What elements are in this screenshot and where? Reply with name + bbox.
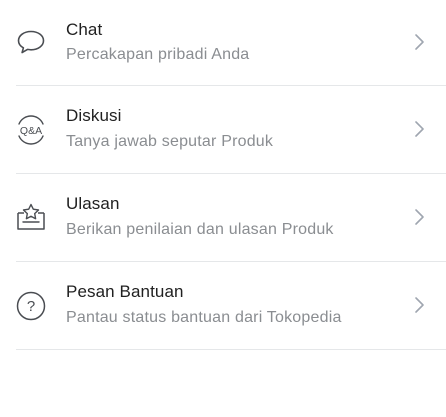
menu-item-subtitle: Pantau status bantuan dari Tokopedia	[66, 309, 342, 326]
menu-item-subtitle: Tanya jawab seputar Produk	[66, 133, 274, 150]
menu-item-title: Ulasan	[66, 194, 120, 213]
menu-item-diskusi[interactable]: Q&A Diskusi Tanya jawab seputar Produk	[0, 86, 446, 174]
inbox-menu-list: Chat Percakapan pribadi Anda Q&A Diskusi…	[0, 0, 446, 350]
menu-item-pesan-bantuan[interactable]: ? Pesan Bantuan Pantau status bantuan da…	[0, 262, 446, 350]
help-icon-text: ?	[27, 298, 35, 315]
qa-icon-text: Q&A	[20, 125, 42, 137]
chevron-right-icon	[415, 121, 424, 137]
help-question-icon: ?	[14, 289, 48, 323]
menu-item-subtitle: Percakapan pribadi Anda	[66, 46, 250, 63]
menu-item-title: Chat	[66, 20, 103, 39]
chat-bubble-icon	[14, 25, 48, 59]
divider	[16, 349, 446, 350]
menu-item-title: Diskusi	[66, 106, 122, 125]
menu-item-chat[interactable]: Chat Percakapan pribadi Anda	[0, 0, 446, 86]
chevron-right-icon	[415, 34, 424, 50]
menu-item-subtitle: Berikan penilaian dan ulasan Produk	[66, 221, 334, 238]
qa-icon: Q&A	[14, 113, 48, 147]
menu-item-ulasan[interactable]: Ulasan Berikan penilaian dan ulasan Prod…	[0, 174, 446, 262]
chevron-right-icon	[415, 209, 424, 225]
menu-item-title: Pesan Bantuan	[66, 282, 184, 301]
chevron-right-icon	[415, 297, 424, 313]
review-star-icon	[14, 200, 48, 234]
